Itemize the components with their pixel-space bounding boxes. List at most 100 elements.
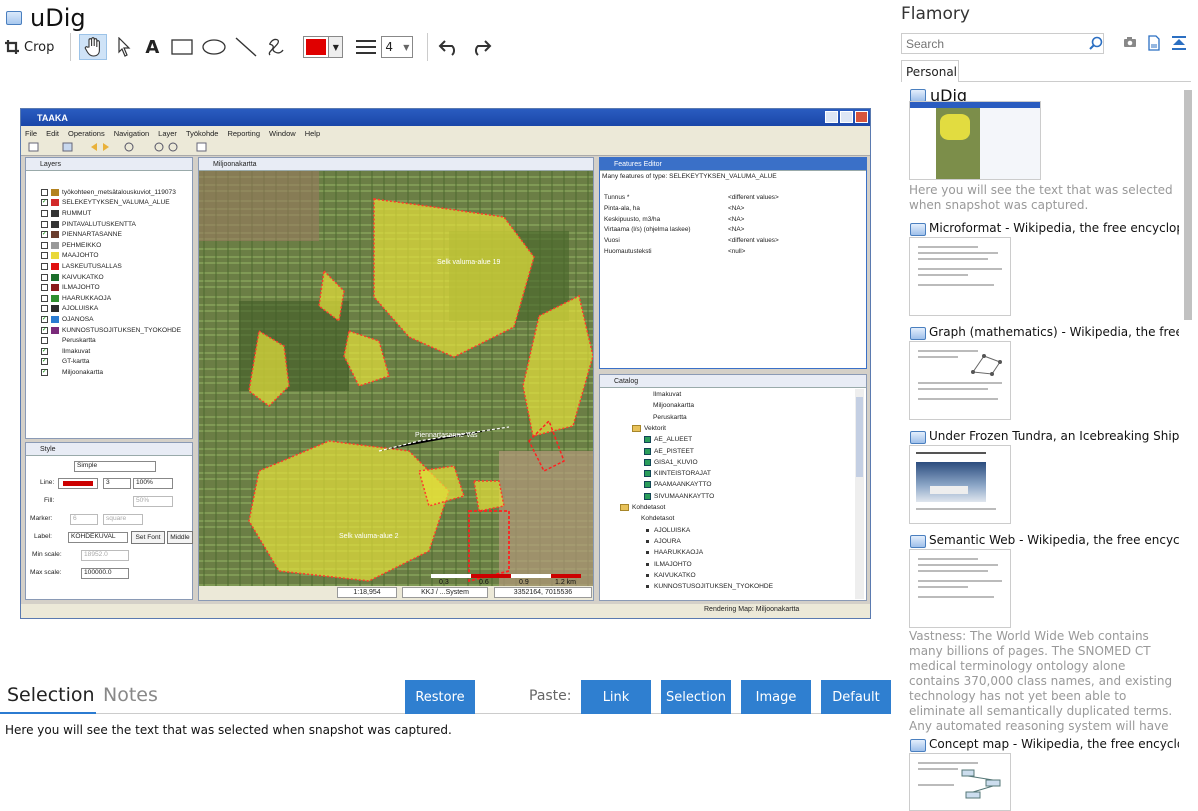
style-preset-value: Simple xyxy=(77,462,98,469)
layer-style-icon xyxy=(51,188,59,196)
freehand-tool-button[interactable] xyxy=(265,34,287,60)
search-icon[interactable] xyxy=(1089,36,1103,50)
hand-tool-button[interactable] xyxy=(79,34,108,60)
entry-thumbnail xyxy=(909,445,1011,524)
label-label: Label: xyxy=(34,533,52,540)
freehand-icon xyxy=(269,38,284,56)
captured-status-bar: Rendering Map: Miljoonakartta xyxy=(21,604,870,618)
menu-item: Työkohde xyxy=(185,128,219,138)
checkbox-icon xyxy=(41,284,48,292)
menu-item: Window xyxy=(269,128,296,138)
layers-panel: Layers työkohteen_metsätalouskuviot_1190… xyxy=(25,157,193,439)
line-width-icon-button[interactable] xyxy=(355,34,377,60)
attribute-name: Vuosi xyxy=(604,237,620,245)
max-scale-label: Max scale: xyxy=(30,569,62,576)
layer-row: RUMMUT xyxy=(26,208,192,219)
color-picker[interactable]: ▼ xyxy=(303,36,344,58)
paste-link-button[interactable]: Link xyxy=(581,680,651,714)
scalebar-label: 0.3 xyxy=(439,579,449,586)
rectangle-tool-button[interactable] xyxy=(169,34,195,60)
layer-row: ✓ KUNNOSTUSOJITUKSEN_TYOKOHDE xyxy=(26,325,192,336)
camera-icon[interactable] xyxy=(1123,35,1137,49)
select-tool-button[interactable] xyxy=(113,34,135,60)
text-tool-button[interactable]: A xyxy=(141,34,163,60)
scrollbar-thumb[interactable] xyxy=(1184,90,1192,320)
entry-title: Semantic Web - Wikipedia, the free encyc… xyxy=(929,533,1179,547)
menu-item: Layer xyxy=(158,128,177,138)
map-canvas: Selk valuma-alue 19 Selk valuma-alue 2 P… xyxy=(199,171,593,587)
toolbar-icons xyxy=(28,142,207,152)
ellipse-tool-button[interactable] xyxy=(201,34,227,60)
sidebar-tools xyxy=(1123,35,1187,51)
layer-label: ILMAJOHTO xyxy=(62,284,100,292)
checkbox-icon xyxy=(41,209,48,217)
menu-item: Help xyxy=(304,128,321,138)
tab-selection[interactable]: Selection xyxy=(7,684,95,706)
line-width-select[interactable]: 4 ▼ xyxy=(381,36,414,58)
layer-style-icon xyxy=(51,273,59,281)
redo-button[interactable] xyxy=(468,34,494,60)
pointer-icon xyxy=(118,37,131,57)
layer-style-icon xyxy=(51,337,59,345)
layer-row: ILMAJOHTO xyxy=(26,282,192,293)
layer-dot-icon xyxy=(646,562,649,566)
crop-icon xyxy=(5,40,19,54)
crop-button[interactable]: Crop xyxy=(4,34,54,60)
collapse-icon[interactable] xyxy=(1171,35,1187,51)
map-label: Selk valuma-alue 19 xyxy=(437,259,501,266)
page-icon xyxy=(910,535,926,548)
line-icon xyxy=(235,37,257,57)
attribute-name: Tunnus * xyxy=(604,194,630,201)
features-tab-label: Features Editor xyxy=(614,160,662,168)
undo-button[interactable] xyxy=(436,34,462,60)
sidebar-tab-personal[interactable]: Personal xyxy=(901,60,959,82)
map-label: Selk valuma-alue 2 xyxy=(339,533,399,540)
layer-label: PINTAVALUTUSKENTTA xyxy=(62,220,136,228)
captured-iconbar xyxy=(21,140,870,156)
restore-button[interactable]: Restore xyxy=(405,680,475,714)
catalog-item: AJOLUISKA xyxy=(644,527,690,534)
paste-selection-button[interactable]: Selection xyxy=(661,680,731,714)
feature-attribute-row: Tunnus * <different values> xyxy=(602,194,864,201)
checkbox-icon xyxy=(41,188,48,196)
paste-label: Paste: xyxy=(529,688,572,704)
label-field: KOHDEKUVAL xyxy=(68,532,128,543)
layer-dot-icon xyxy=(646,528,649,532)
search-input[interactable] xyxy=(901,33,1104,54)
catalog-item: SIVUMAANKAYTTO xyxy=(644,492,714,500)
feature-attribute-row: Virtaama (l/s) (ohjelma laskee) <NA> xyxy=(602,226,864,233)
crs-readout: KKJ / ...System xyxy=(402,587,488,598)
checkbox-icon xyxy=(41,252,48,260)
line-opacity-field: 100% xyxy=(133,478,173,489)
tab-notes[interactable]: Notes xyxy=(103,684,158,706)
catalog-item: PAAMAANKAYTTO xyxy=(644,481,712,489)
paste-default-button[interactable]: Default xyxy=(821,680,891,714)
app-title-bar: uDig xyxy=(6,2,86,34)
checkbox-icon xyxy=(41,220,48,228)
entry-thumbnail xyxy=(909,753,1011,811)
layer-style-icon xyxy=(51,368,59,376)
selection-text-area[interactable]: Here you will see the text that was sele… xyxy=(5,723,452,737)
catalog-tab: Catalog xyxy=(600,375,866,388)
catalog-item: GISA1_KUVIO xyxy=(644,458,698,466)
features-editor-panel: Features Editor Many features of type: S… xyxy=(599,157,867,369)
layer-label: AJOLUISKA xyxy=(62,305,99,313)
captured-window-title: TAAKA xyxy=(37,112,68,123)
catalog-item-label: AJOURA xyxy=(654,537,681,545)
checkbox-icon xyxy=(41,241,48,249)
catalog-item: AE_PISTEET xyxy=(644,447,694,455)
catalog-item: Ilmakuvat xyxy=(644,391,681,398)
layer-row: LASKEUTUSALLAS xyxy=(26,261,192,272)
folder-icon xyxy=(632,424,641,432)
fill-label: Fill: xyxy=(44,497,55,504)
sidebar-scrollbar[interactable] xyxy=(1182,84,1194,811)
line-color-field xyxy=(58,478,98,489)
menu-item: File xyxy=(25,128,38,138)
hand-icon xyxy=(85,37,101,57)
style-tab: Style xyxy=(26,443,192,456)
catalog-item-label: KAIVUKATKO xyxy=(654,571,696,579)
paste-image-button[interactable]: Image xyxy=(741,680,811,714)
document-icon[interactable] xyxy=(1147,35,1161,51)
line-tool-button[interactable] xyxy=(233,34,259,60)
feature-attribute-row: Huomautusteksti <null> xyxy=(602,248,864,255)
